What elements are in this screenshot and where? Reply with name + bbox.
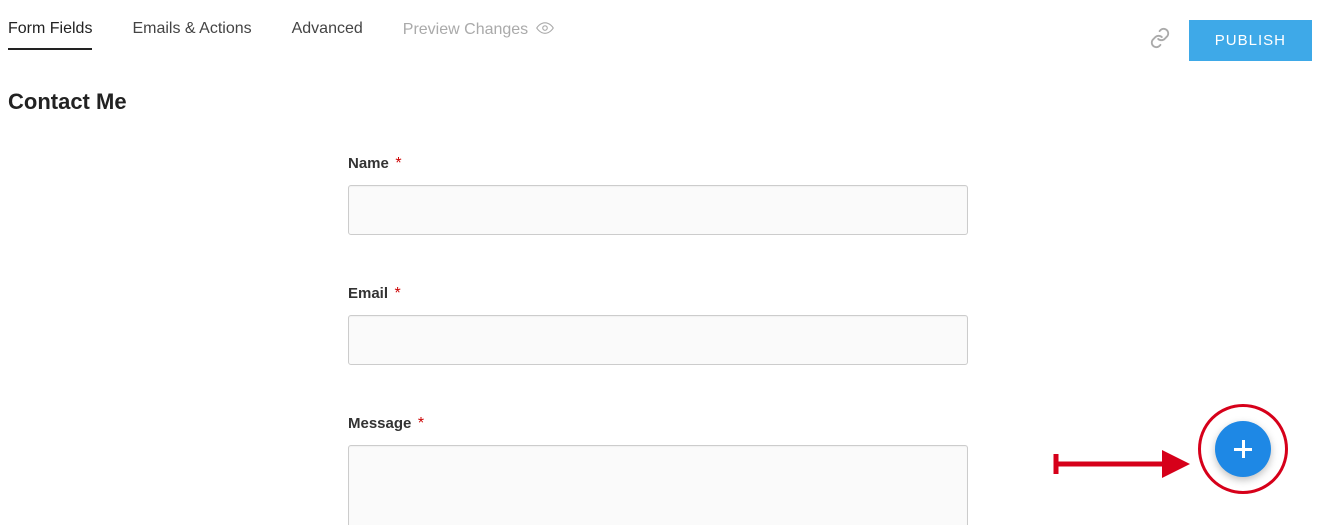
field-message: Message * (348, 415, 968, 525)
message-required: * (418, 415, 424, 432)
email-label: Email (348, 285, 388, 302)
fab-container (1180, 399, 1300, 519)
message-label: Message (348, 415, 411, 432)
name-input[interactable] (348, 185, 968, 235)
eye-icon (536, 21, 554, 40)
link-icon[interactable] (1149, 27, 1171, 54)
tab-preview-label: Preview Changes (403, 21, 528, 39)
field-name: Name * (348, 155, 968, 235)
add-field-button[interactable] (1215, 421, 1271, 477)
name-label: Name (348, 155, 389, 172)
annotation-arrow (1052, 444, 1192, 484)
email-required: * (394, 285, 400, 302)
email-input[interactable] (348, 315, 968, 365)
field-email: Email * (348, 285, 968, 365)
name-required: * (395, 155, 401, 172)
tab-preview-changes[interactable]: Preview Changes (403, 20, 554, 50)
tab-emails-actions[interactable]: Emails & Actions (132, 20, 251, 50)
page-title: Contact Me (8, 89, 1320, 115)
tab-advanced[interactable]: Advanced (292, 20, 363, 50)
message-input[interactable] (348, 445, 968, 525)
publish-button[interactable]: PUBLISH (1189, 20, 1312, 61)
tab-form-fields[interactable]: Form Fields (8, 20, 92, 50)
